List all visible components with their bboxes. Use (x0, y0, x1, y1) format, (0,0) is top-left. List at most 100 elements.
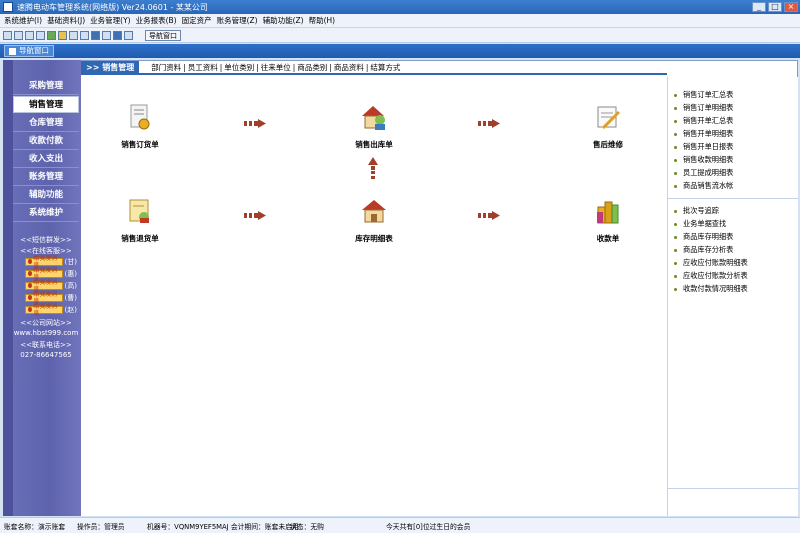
report-link[interactable]: 商品库存分析表 (674, 245, 733, 255)
report-link-label: 业务单据查找 (683, 219, 727, 228)
receipt-icon (597, 201, 619, 224)
sales-return-label: 销售退货单 (121, 234, 159, 243)
report-link[interactable]: 销售收款明细表 (674, 155, 733, 165)
sidebar-item-system[interactable]: 系统维护 (13, 205, 79, 222)
sidebar-item-warehouse[interactable]: 仓库管理 (13, 115, 79, 132)
sales-outbound-node[interactable]: 销售出库单 (341, 103, 407, 150)
report-link[interactable]: 批次号追踪 (674, 206, 719, 216)
help-icon[interactable] (113, 30, 122, 40)
subnav-link-settlement[interactable]: 结算方式 (368, 63, 402, 72)
sales-outbound-icon (362, 106, 385, 130)
menu-help[interactable]: 帮助(H) (308, 15, 340, 26)
menu-system[interactable]: 系统维护(I) (3, 15, 46, 26)
tab-nav-window-label: 导航窗口 (19, 46, 49, 55)
report-link[interactable]: 应收应付账款分析表 (674, 271, 748, 281)
report-link[interactable]: 销售开单汇总表 (674, 116, 733, 126)
dollar-icon[interactable] (58, 30, 67, 40)
report-link-label: 收款付款情况明细表 (683, 284, 748, 293)
inventory-detail-node[interactable]: 库存明细表 (341, 197, 407, 244)
menu-fixed-assets[interactable]: 固定资产 (181, 15, 216, 26)
subnav-link-product[interactable]: 商品资料 (332, 63, 366, 72)
subnav-link-product-category[interactable]: 商品类别 (295, 63, 329, 72)
report-link[interactable]: 销售开单日报表 (674, 142, 733, 152)
bullet-icon (674, 235, 677, 239)
sms-link[interactable]: <<短信群发>> (13, 235, 79, 245)
report-link-label: 商品销售流水帐 (683, 181, 734, 190)
qq-contact[interactable]: 给我发消息 (曹) (25, 291, 77, 305)
bullet-icon (674, 132, 677, 136)
sidebar: 采购管理 销售管理 仓库管理 收款付款 收入支出 账务管理 辅助功能 系统维护 … (3, 60, 81, 516)
after-sales-node[interactable]: 售后维修 (575, 103, 641, 150)
qq-contact[interactable]: 给我发消息 (甘) (25, 255, 77, 269)
subnav-link-contacts[interactable]: 往来单位 (259, 63, 293, 72)
report-link[interactable]: 收款付款情况明细表 (674, 284, 748, 294)
status-birthday: 今天共有[0]位过生日的会员 (386, 523, 471, 531)
subnav-link-department[interactable]: 部门资料 (149, 63, 183, 72)
copy-icon[interactable] (25, 30, 34, 40)
flow-arrow-right-icon (478, 119, 500, 128)
menu-basic-data[interactable]: 基础资料(J) (46, 15, 89, 26)
print-icon[interactable] (102, 30, 111, 40)
qq-contact[interactable]: 给我发消息 (高) (25, 279, 77, 293)
menu-auxiliary[interactable]: 辅助功能(Z) (262, 15, 308, 26)
sales-return-node[interactable]: 销售退货单 (107, 197, 173, 244)
exit-icon[interactable] (124, 30, 133, 40)
list-icon[interactable] (36, 30, 45, 40)
sidebar-item-purchase[interactable]: 采购管理 (13, 78, 79, 95)
qq-pill: 给我发消息 (25, 291, 63, 305)
close-button[interactable]: × (784, 2, 798, 12)
report-link[interactable]: 业务单据查找 (674, 219, 726, 229)
menu-business[interactable]: 业务管理(Y) (89, 15, 134, 26)
tab-nav-window[interactable]: 导航窗口 (4, 45, 54, 57)
sidebar-strip (3, 60, 13, 516)
report-link[interactable]: 销售订单汇总表 (674, 90, 733, 100)
report-link[interactable]: 商品销售流水帐 (674, 181, 733, 191)
report-link-label: 商品库存分析表 (683, 245, 734, 254)
status-bar: 账套名称：演示账套 操作员：管理员 机器号：VQNM9YEF5MAJ 会计期间：… (0, 517, 800, 533)
phone-number: 027-86647565 (20, 351, 72, 359)
after-sales-label: 售后维修 (593, 140, 623, 149)
sidebar-item-auxiliary[interactable]: 辅助功能 (13, 187, 79, 204)
bullet-icon (674, 209, 677, 213)
save-icon[interactable] (91, 30, 100, 40)
sidebar-item-sales[interactable]: 销售管理 (13, 96, 79, 113)
sidebar-item-payments[interactable]: 收款付款 (13, 133, 79, 150)
users-icon[interactable] (47, 30, 56, 40)
report-separator (668, 198, 798, 199)
sidebar-item-accounts[interactable]: 账务管理 (13, 169, 79, 186)
website-link[interactable]: www.hbst999.com (13, 329, 79, 337)
qq-pill: 给我发消息 (25, 303, 63, 317)
report-link-label: 商品库存明细表 (683, 232, 734, 241)
subnav-link-unit-category[interactable]: 单位类别 (222, 63, 256, 72)
report-link[interactable]: 商品库存明细表 (674, 232, 733, 242)
report-link[interactable]: 销售订单明细表 (674, 103, 733, 113)
report-panel: 销售订单汇总表 销售订单明细表 销售开单汇总表 销售开单明细表 销售开单日报表 … (668, 77, 798, 516)
report-link-label: 销售收款明细表 (683, 155, 734, 164)
qq-contact[interactable]: 给我发消息 (赵) (25, 303, 77, 317)
new-doc-icon[interactable] (3, 30, 12, 40)
menu-accounts[interactable]: 账务管理(Z) (216, 15, 262, 26)
qq-contact[interactable]: 给我发消息 (惠) (25, 267, 77, 281)
report-link-label: 销售开单日报表 (683, 142, 734, 151)
calculator-icon[interactable] (80, 30, 89, 40)
subnav-link-employee[interactable]: 员工资料 (186, 63, 220, 72)
sales-order-icon (130, 104, 150, 130)
report-link-label: 销售订单明细表 (683, 103, 734, 112)
nav-window-button[interactable]: 导航窗口 (145, 29, 181, 41)
flow-arrow-right-icon (478, 211, 500, 220)
qq-icon (28, 259, 33, 264)
open-doc-icon[interactable] (14, 30, 23, 40)
report-link[interactable]: 销售开单明细表 (674, 129, 733, 139)
website-title: <<公司网站>> (20, 319, 72, 327)
report-icon[interactable] (69, 30, 78, 40)
sales-order-node[interactable]: 销售订货单 (107, 103, 173, 150)
after-sales-icon (597, 106, 621, 130)
receipt-node[interactable]: 收款单 (575, 197, 641, 244)
sidebar-item-income[interactable]: 收入支出 (13, 151, 79, 168)
menu-reports[interactable]: 业务报表(B) (135, 15, 181, 26)
maximize-button[interactable]: □ (768, 2, 782, 12)
minimize-button[interactable]: _ (752, 2, 766, 12)
report-link[interactable]: 应收应付账款明细表 (674, 258, 748, 268)
report-link[interactable]: 员工提成明细表 (674, 168, 733, 178)
qq-icon (28, 307, 33, 312)
